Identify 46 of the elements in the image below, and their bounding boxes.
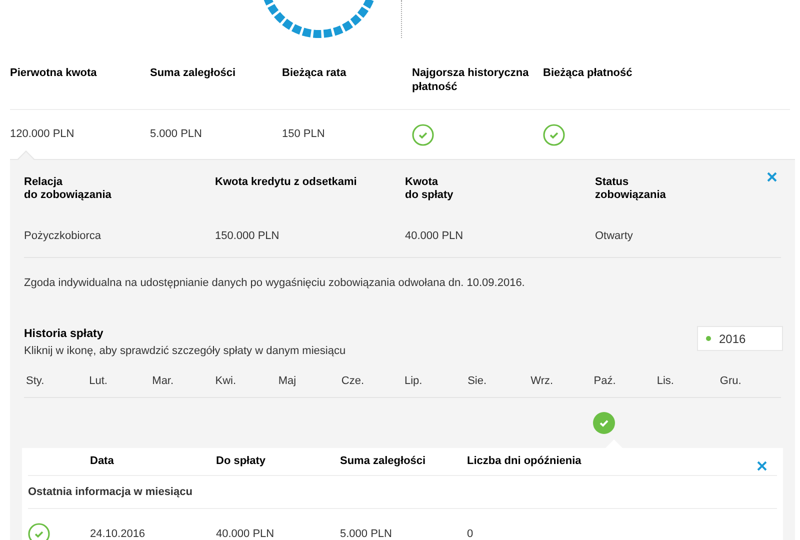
month-label: Kwi.	[214, 374, 236, 388]
close-button[interactable]	[755, 458, 769, 473]
column-header: Bieżąca płatność	[543, 66, 634, 81]
column-header: Status zobowiązania	[595, 176, 666, 202]
table-cell: Pożyczkobiorca	[24, 230, 102, 242]
month-label: Mar.	[151, 374, 174, 388]
paid-month-button[interactable]	[592, 412, 615, 434]
consent-note: Zgoda indywidualna na udostępnianie danych po wygaśnięciu zobowiązania odwołana dn. 10.09.2016.	[24, 276, 526, 291]
column-header: Suma zaległości	[150, 66, 237, 81]
table-cell: 40.000 PLN	[216, 528, 274, 540]
month-label: Lip.	[403, 374, 422, 388]
month-label: Lut.	[88, 374, 108, 388]
section-heading: Ostatnia informacja w miesiącu	[28, 476, 777, 509]
close-button[interactable]	[765, 170, 779, 184]
column-header: Data	[90, 455, 114, 467]
table-cell: 120.000 PLN	[10, 128, 74, 140]
table-cell: 24.10.2016	[90, 528, 146, 540]
table-cell: 0	[467, 528, 474, 540]
section-title: Historia spłaty	[24, 327, 104, 342]
month-label: Cze.	[340, 374, 364, 388]
column-header: Pierwotna kwota	[10, 66, 98, 81]
column-header: Suma zaległości	[340, 455, 426, 467]
month-label: Gru.	[718, 374, 742, 388]
month-label: Wrz.	[530, 374, 554, 388]
table-cell: 5.000 PLN	[340, 528, 392, 540]
table-cell: 40.000 PLN	[405, 230, 464, 242]
year-select[interactable]: 2016	[697, 326, 783, 351]
column-header: Kwota do spłaty	[405, 176, 454, 202]
close-icon	[755, 458, 769, 473]
column-header: Do spłaty	[216, 455, 266, 467]
month-label: Maj	[277, 374, 296, 388]
section-subtitle: Kliknij w ikonę, aby sprawdzić szczegóły spłaty w danym miesiącu	[24, 344, 346, 360]
table-cell: 5.000 PLN	[150, 128, 202, 140]
table-cell: 150 PLN	[282, 128, 325, 140]
month-label: Sty.	[25, 374, 44, 388]
month-label: Lis.	[656, 374, 674, 388]
close-icon	[765, 170, 779, 184]
column-header: Relacja do zobowiązania	[24, 176, 112, 202]
column-header: Liczba dni opóźnienia	[467, 455, 582, 467]
column-header: Bieżąca rata	[282, 66, 348, 81]
table-cell: Otwarty	[595, 230, 633, 242]
column-header: Najgorsza historyczna płatność	[412, 66, 530, 95]
table-cell: 150.000 PLN	[215, 230, 280, 242]
month-label: Paź.	[592, 374, 616, 388]
column-header: Kwota kredytu z odsetkami	[215, 176, 357, 189]
month-label: Sie.	[466, 374, 487, 388]
